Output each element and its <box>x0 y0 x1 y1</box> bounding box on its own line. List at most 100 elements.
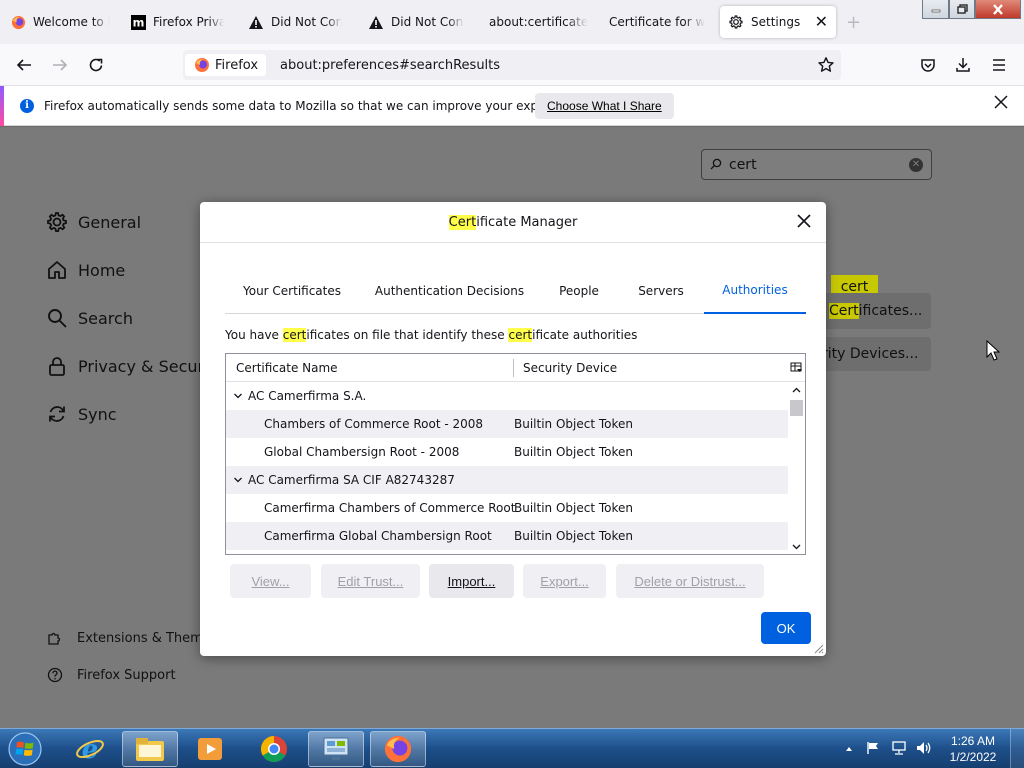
close-window-button[interactable] <box>975 0 1021 19</box>
chevron-down-icon[interactable] <box>233 390 243 404</box>
show-desktop-button[interactable] <box>1010 729 1024 768</box>
scroll-thumb[interactable] <box>790 400 803 416</box>
scroll-up-icon[interactable] <box>791 385 802 396</box>
column-security-device[interactable]: Security Device <box>523 361 617 375</box>
clock-date: 1/2/2022 <box>949 750 997 764</box>
import-button[interactable]: Import... <box>429 564 514 598</box>
close-tab-icon[interactable]: ✕ <box>815 14 828 30</box>
scroll-down-icon[interactable] <box>791 541 802 552</box>
tree-row[interactable]: Global Chambersign Root - 2008 Builtin O… <box>226 438 788 466</box>
taskbar-control-panel[interactable] <box>308 731 364 767</box>
tree-row[interactable]: Camerfirma Global Chambersign Root Built… <box>226 522 788 550</box>
security-device: Builtin Object Token <box>514 501 634 515</box>
certificate-tree[interactable]: Certificate Name Security Device AC Came… <box>225 353 806 555</box>
show-hidden-icons-button[interactable] <box>844 743 854 758</box>
authorities-description: You have certificates on file that ident… <box>225 328 637 342</box>
delete-or-distrust-button[interactable]: Delete or Distrust... <box>616 564 764 598</box>
close-notification-icon[interactable] <box>994 95 1008 113</box>
arrow-right-icon <box>53 59 68 71</box>
clear-search-icon[interactable]: ✕ <box>909 158 923 172</box>
column-certificate-name[interactable]: Certificate Name <box>236 361 338 375</box>
identity-box[interactable]: Firefox <box>185 54 267 76</box>
tab-welcome[interactable]: Welcome to Firefox <box>10 6 110 38</box>
tab-title: Certificate for www <box>609 15 705 29</box>
tab-about-certificate[interactable]: about:certificate <box>489 6 589 38</box>
tab-certificate-for[interactable]: Certificate for www <box>609 6 705 38</box>
desc-text: ificate authorities <box>532 328 638 342</box>
downloads-button[interactable] <box>951 53 975 77</box>
maximize-button[interactable] <box>949 0 975 19</box>
internet-explorer-icon: e <box>76 735 104 764</box>
tab-did-not-connect-2[interactable]: Did Not Connect <box>368 6 464 38</box>
tab-did-not-connect-1[interactable]: Did Not Connect <box>248 6 342 38</box>
sidebar-item-general[interactable]: General <box>44 209 141 235</box>
search-highlight: cert <box>282 328 307 342</box>
start-button[interactable] <box>4 731 46 767</box>
column-picker-icon[interactable] <box>790 361 803 374</box>
taskbar-firefox[interactable] <box>370 731 426 767</box>
url-bar[interactable]: Firefox about:preferences#searchResults <box>183 50 841 80</box>
tab-authorities[interactable]: Authorities <box>704 267 806 314</box>
view-button[interactable]: View... <box>230 564 311 598</box>
close-dialog-icon[interactable] <box>796 213 812 233</box>
sidebar-item-home[interactable]: Home <box>44 257 125 283</box>
sidebar-item-privacy[interactable]: Privacy & Security <box>44 353 224 379</box>
tree-group-row[interactable]: AC Camerfirma SA CIF A82743287 <box>226 466 788 494</box>
tab-privacy-notice[interactable]: m Firefox Privacy Notice <box>130 6 224 38</box>
ok-button[interactable]: OK <box>761 612 811 644</box>
sidebar-label: Search <box>78 308 133 328</box>
tab-servers[interactable]: Servers <box>626 267 696 314</box>
sidebar-item-support[interactable]: Firefox Support <box>46 666 176 684</box>
sidebar-item-sync[interactable]: Sync <box>44 401 117 427</box>
chevron-up-icon <box>846 747 852 751</box>
security-device: Builtin Object Token <box>514 529 634 543</box>
bookmark-star-icon[interactable] <box>817 56 835 78</box>
info-icon: i <box>20 99 34 113</box>
tree-row[interactable]: Chambers of Commerce Root - 2008 Builtin… <box>226 410 788 438</box>
view-certificates-button[interactable]: Cert ificates... <box>822 293 931 329</box>
tree-group-row[interactable]: AC Camerfirma S.A. <box>226 382 788 410</box>
tab-authentication-decisions[interactable]: Authentication Decisions <box>367 267 532 314</box>
tree-row[interactable]: Camerfirma Chambers of Commerce Root Bui… <box>226 494 788 522</box>
column-separator[interactable] <box>513 359 514 377</box>
tab-settings[interactable]: Settings ✕ <box>720 6 836 38</box>
volume-icon[interactable] <box>915 740 933 760</box>
edit-trust-button[interactable]: Edit Trust... <box>321 564 420 598</box>
sidebar-item-extensions[interactable]: Extensions & Themes <box>46 629 218 647</box>
windows-logo-icon <box>8 732 42 766</box>
settings-search-input[interactable]: cert ✕ <box>701 149 932 180</box>
tree-scrollbar[interactable] <box>788 382 805 554</box>
forward-button[interactable] <box>48 53 72 77</box>
folder-icon <box>136 738 164 761</box>
security-devices-button[interactable]: rity Devices... <box>822 337 931 371</box>
choose-what-i-share-button[interactable]: Choose What I Share <box>535 93 674 119</box>
tab-people[interactable]: People <box>546 267 612 314</box>
certificate-manager-dialog: Cert ificate Manager Your Certificates Au… <box>200 202 826 656</box>
network-icon[interactable] <box>891 740 907 760</box>
action-center-flag-icon[interactable] <box>866 741 880 759</box>
export-button[interactable]: Export... <box>523 564 606 598</box>
taskbar-media-player[interactable] <box>182 731 238 767</box>
taskbar-internet-explorer[interactable]: e <box>62 731 118 767</box>
taskbar-clock[interactable]: 1:26 AM 1/2/2022 <box>944 733 1002 765</box>
puzzle-icon <box>46 629 64 647</box>
lock-icon <box>44 353 70 379</box>
resize-grip-icon[interactable] <box>812 642 824 654</box>
sidebar-item-search[interactable]: Search <box>44 305 133 331</box>
arrow-left-icon <box>16 59 31 71</box>
back-button[interactable] <box>12 53 36 77</box>
chevron-down-icon[interactable] <box>233 474 243 488</box>
pocket-button[interactable] <box>916 53 940 77</box>
tab-title: Firefox Privacy Notice <box>153 15 224 29</box>
group-name: AC Camerfirma SA CIF A82743287 <box>248 473 455 487</box>
app-menu-button[interactable] <box>987 53 1011 77</box>
taskbar-chrome[interactable] <box>246 731 302 767</box>
taskbar-file-explorer[interactable] <box>122 731 178 767</box>
new-tab-button[interactable]: + <box>846 12 861 33</box>
minimize-button[interactable] <box>922 0 949 19</box>
tab-your-certificates[interactable]: Your Certificates <box>233 267 351 314</box>
sidebar-label: Sync <box>78 404 117 424</box>
reload-button[interactable] <box>84 53 108 77</box>
button-label: Import... <box>447 573 496 589</box>
url-text[interactable]: about:preferences#searchResults <box>280 58 500 73</box>
